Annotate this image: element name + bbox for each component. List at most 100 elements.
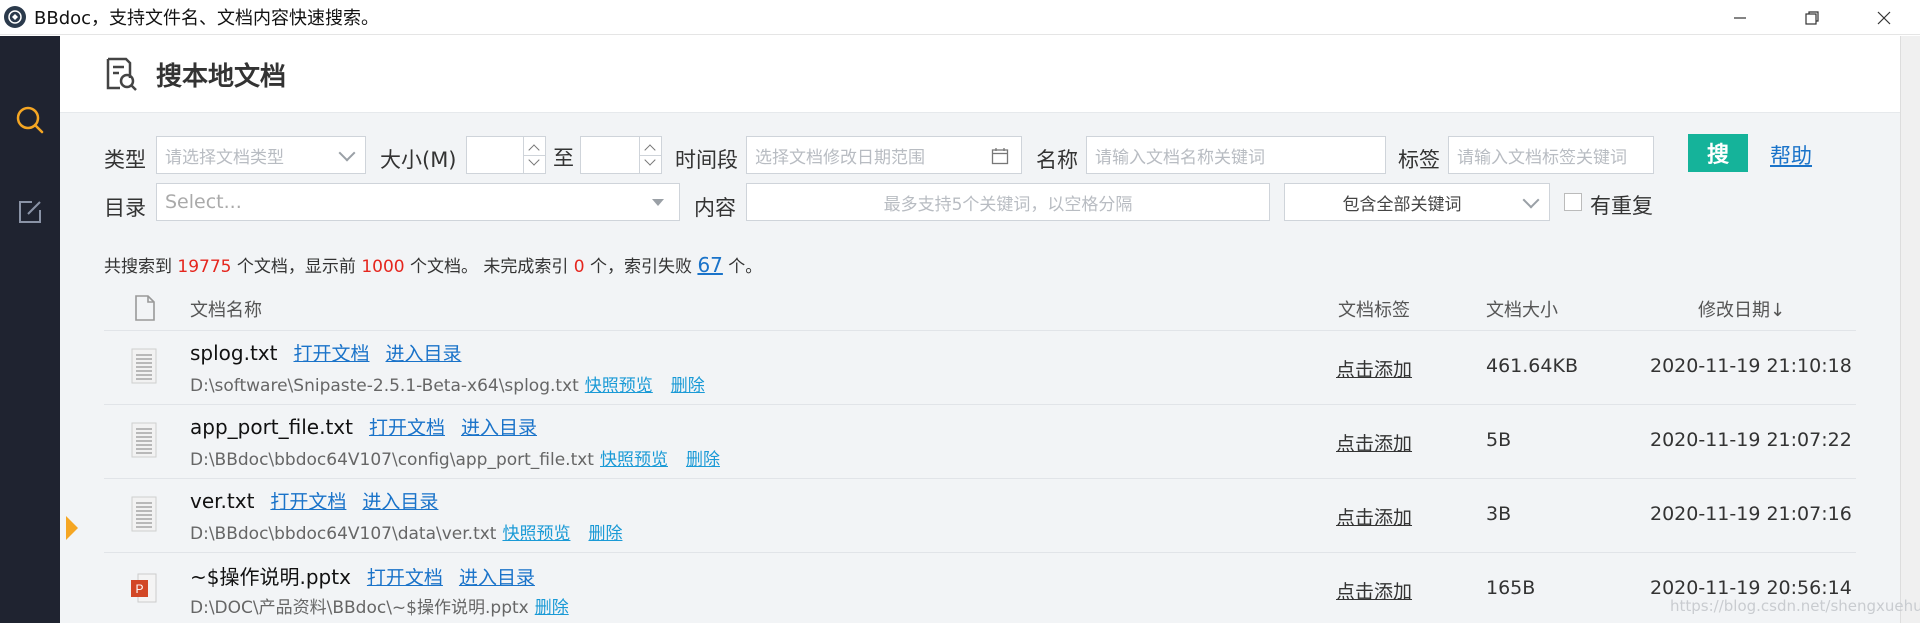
text-file-icon xyxy=(131,348,157,384)
col-header-name[interactable]: 文档名称 xyxy=(190,296,262,322)
restore-button[interactable] xyxy=(1776,0,1848,35)
close-button[interactable] xyxy=(1848,0,1920,35)
add-tag-link[interactable]: 点击添加 xyxy=(1336,355,1412,382)
file-name: splog.txt xyxy=(190,341,278,365)
open-document-link[interactable]: 打开文档 xyxy=(270,491,346,513)
delete-link[interactable]: 删除 xyxy=(588,524,622,544)
date-range-picker[interactable]: 选择文档修改日期范围 xyxy=(746,136,1022,174)
file-path-line: D:\BBdoc\bbdoc64V107\data\ver.txt 快照预览 删除 xyxy=(190,519,622,544)
table-row[interactable]: ver.txt 打开文档 进入目录 D:\BBdoc\bbdoc64V107\data… xyxy=(104,479,1856,553)
scrollbar[interactable] xyxy=(1900,36,1920,623)
summary-text: 个文档，显示前 xyxy=(231,257,362,277)
sidebar xyxy=(0,36,60,623)
content-input-placeholder: 最多支持5个关键词，以空格分隔 xyxy=(883,194,1133,215)
file-path-line: D:\BBdoc\bbdoc64V107\config\app_port_fil… xyxy=(190,445,720,470)
size-label: 大小(M) xyxy=(380,148,457,172)
expand-arrow-icon[interactable] xyxy=(66,516,78,540)
file-size: 461.64KB xyxy=(1486,355,1578,377)
duplicate-checkbox[interactable] xyxy=(1564,193,1582,211)
search-icon xyxy=(16,106,44,134)
page-title: 搜本地文档 xyxy=(156,61,287,92)
snapshot-preview-link[interactable]: 快照预览 xyxy=(585,376,653,396)
directory-select-placeholder: Select... xyxy=(165,191,242,213)
size-max-stepper[interactable] xyxy=(580,136,662,174)
file-path: D:\BBdoc\bbdoc64V107\data\ver.txt xyxy=(190,524,497,544)
name-input[interactable]: 请输入文档名称关键词 xyxy=(1086,136,1386,174)
table-row[interactable]: splog.txt 打开文档 进入目录 D:\software\Snipaste-2.… xyxy=(104,331,1856,405)
failed-count-link[interactable]: 67 xyxy=(697,253,722,277)
dir-label: 目录 xyxy=(104,196,146,220)
add-tag-link[interactable]: 点击添加 xyxy=(1336,503,1412,530)
add-tag-link[interactable]: 点击添加 xyxy=(1336,429,1412,456)
sidebar-item-search[interactable] xyxy=(0,92,60,148)
file-modified-date: 2020-11-19 21:07:16 xyxy=(1650,503,1852,525)
chevron-down-icon xyxy=(338,144,356,162)
enter-directory-link[interactable]: 进入目录 xyxy=(461,417,537,439)
document-search-icon xyxy=(106,57,137,91)
file-modified-date: 2020-11-19 20:56:14 xyxy=(1650,577,1852,599)
unindexed-count: 0 xyxy=(573,257,585,277)
open-document-link[interactable]: 打开文档 xyxy=(367,567,443,589)
keyword-match-value: 包含全部关键词 xyxy=(1342,194,1462,215)
restore-icon xyxy=(1805,10,1819,25)
spinner-arrows-icon[interactable] xyxy=(523,137,546,173)
enter-directory-link[interactable]: 进入目录 xyxy=(362,491,438,513)
summary-text: 个文档。 未完成索引 xyxy=(404,257,574,277)
enter-directory-link[interactable]: 进入目录 xyxy=(459,567,535,589)
table-row[interactable]: P ~$操作说明.pptx 打开文档 进入目录 D:\DOC\产品资料\BBdoc\~$… xyxy=(104,553,1856,623)
size-min-stepper[interactable] xyxy=(466,136,546,174)
file-name-line: ver.txt 打开文档 进入目录 xyxy=(190,487,438,514)
chevron-down-icon xyxy=(1522,191,1540,209)
period-label: 时间段 xyxy=(675,148,738,172)
col-header-size[interactable]: 文档大小 xyxy=(1486,296,1558,322)
file-modified-date: 2020-11-19 21:10:18 xyxy=(1650,355,1852,377)
date-range-placeholder: 选择文档修改日期范围 xyxy=(755,147,925,168)
keyword-match-select[interactable]: 包含全部关键词 xyxy=(1284,183,1550,221)
minimize-button[interactable] xyxy=(1704,0,1776,35)
snapshot-preview-link[interactable]: 快照预览 xyxy=(502,524,570,544)
open-document-link[interactable]: 打开文档 xyxy=(369,417,445,439)
file-name-line: splog.txt 打开文档 进入目录 xyxy=(190,339,462,366)
window-title: BBdoc，支持文件名、文档内容快速搜索。 xyxy=(34,8,380,29)
title-bar: BBdoc，支持文件名、文档内容快速搜索。 xyxy=(0,0,1920,35)
minimize-icon xyxy=(1734,16,1746,19)
spinner-arrows-icon[interactable] xyxy=(639,137,662,173)
search-summary: 共搜索到 19775 个文档，显示前 1000 个文档。 未完成索引 0 个，索… xyxy=(104,252,762,277)
summary-text: 个，索引失败 xyxy=(584,257,698,277)
file-size: 3B xyxy=(1486,503,1512,525)
col-header-date[interactable]: 修改日期↓ xyxy=(1698,296,1785,322)
file-modified-date: 2020-11-19 21:07:22 xyxy=(1650,429,1852,451)
delete-link[interactable]: 删除 xyxy=(535,598,569,618)
file-path: D:\BBdoc\bbdoc64V107\config\app_port_fil… xyxy=(190,450,594,470)
enter-directory-link[interactable]: 进入目录 xyxy=(386,343,462,365)
page-header: 搜本地文档 xyxy=(60,36,1900,113)
open-document-link[interactable]: 打开文档 xyxy=(293,343,369,365)
file-size: 165B xyxy=(1486,577,1536,599)
delete-link[interactable]: 删除 xyxy=(671,376,705,396)
type-select[interactable]: 请选择文档类型 xyxy=(156,136,366,174)
file-path: D:\DOC\产品资料\BBdoc\~$操作说明.pptx xyxy=(190,598,529,618)
file-path: D:\software\Snipaste-2.5.1-Beta-x64\splo… xyxy=(190,376,579,396)
file-name-line: ~$操作说明.pptx 打开文档 进入目录 xyxy=(190,561,535,590)
sidebar-item-edit[interactable] xyxy=(0,184,60,240)
search-button[interactable]: 搜 xyxy=(1688,134,1748,172)
content-keywords-input[interactable]: 最多支持5个关键词，以空格分隔 xyxy=(746,183,1270,221)
pptx-file-icon: P xyxy=(131,573,157,603)
file-column-icon xyxy=(135,295,155,321)
tag-label: 标签 xyxy=(1398,148,1440,172)
calendar-icon xyxy=(991,148,1009,165)
directory-select[interactable]: Select... xyxy=(156,183,680,221)
name-input-placeholder: 请输入文档名称关键词 xyxy=(1095,147,1265,168)
table-row[interactable]: app_port_file.txt 打开文档 进入目录 D:\BBdoc\bbdoc6… xyxy=(104,405,1856,479)
tag-input[interactable]: 请输入文档标签关键词 xyxy=(1448,136,1654,174)
snapshot-preview-link[interactable]: 快照预览 xyxy=(600,450,668,470)
close-icon xyxy=(1877,11,1891,24)
add-tag-link[interactable]: 点击添加 xyxy=(1336,577,1412,604)
file-name-line: app_port_file.txt 打开文档 进入目录 xyxy=(190,413,537,440)
col-header-tag[interactable]: 文档标签 xyxy=(1338,296,1410,322)
delete-link[interactable]: 删除 xyxy=(686,450,720,470)
content-label: 内容 xyxy=(694,196,736,220)
type-label: 类型 xyxy=(104,148,146,172)
summary-text: 共搜索到 xyxy=(104,257,178,277)
help-link[interactable]: 帮助 xyxy=(1770,140,1812,170)
